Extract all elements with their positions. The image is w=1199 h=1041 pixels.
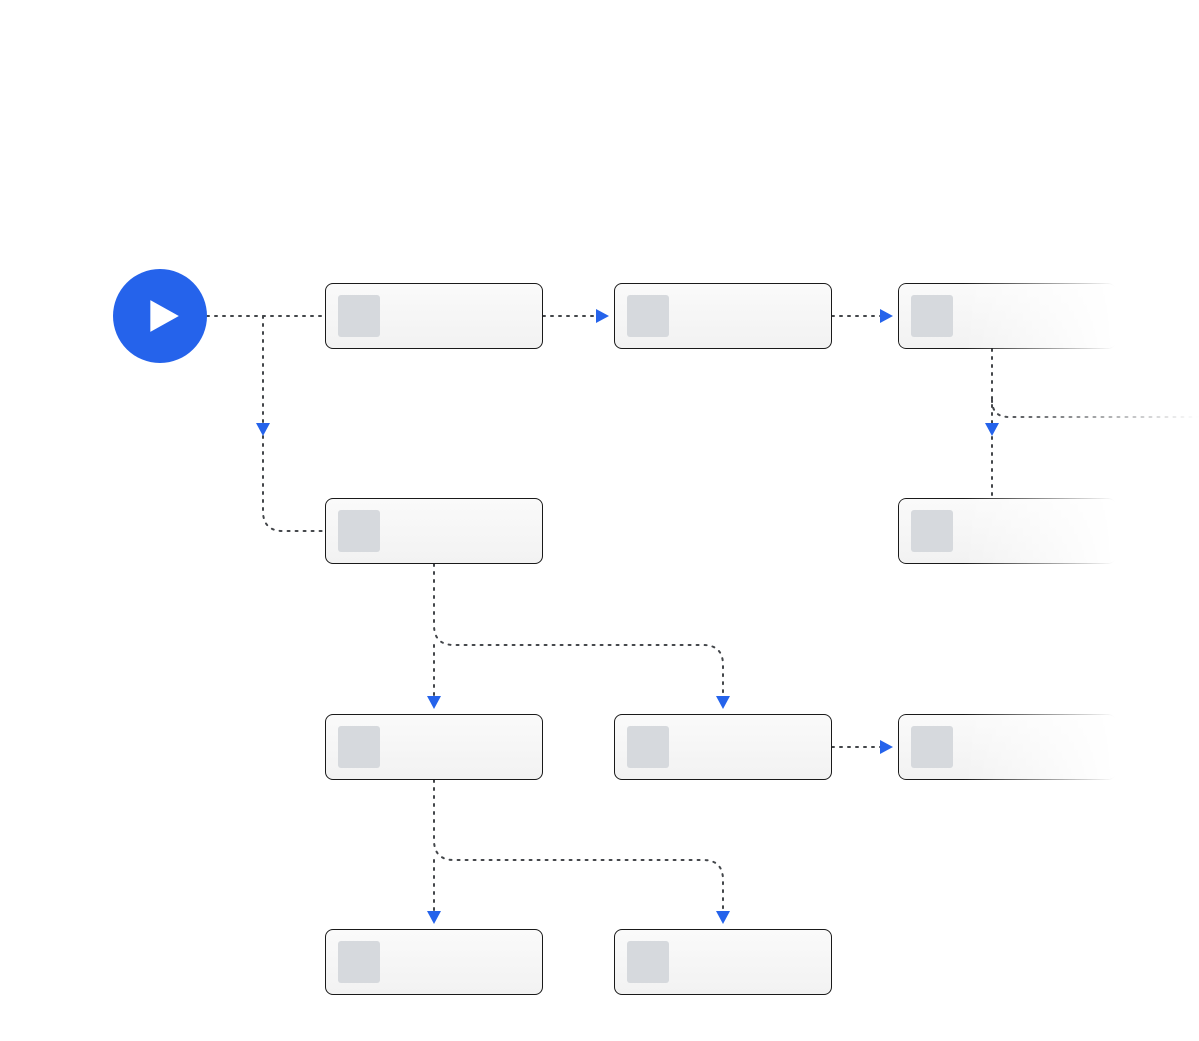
step-thumb [338, 510, 380, 552]
connector [434, 564, 723, 698]
connector [992, 400, 1199, 417]
arrow-icon [427, 696, 441, 709]
arrow-icon [256, 423, 270, 436]
connector [263, 316, 325, 531]
start-node[interactable] [113, 269, 207, 363]
step-node-n6[interactable] [325, 714, 543, 780]
step-node-n10[interactable] [614, 929, 832, 995]
step-thumb [338, 295, 380, 337]
step-thumb [627, 295, 669, 337]
arrow-icon [985, 423, 999, 436]
arrow-icon [716, 911, 730, 924]
step-thumb [338, 941, 380, 983]
step-thumb [627, 941, 669, 983]
connector [434, 780, 723, 913]
play-icon [144, 297, 182, 335]
arrow-icon [880, 309, 893, 323]
step-node-n9[interactable] [325, 929, 543, 995]
step-thumb [911, 726, 953, 768]
arrow-icon [716, 696, 730, 709]
arrow-icon [880, 740, 893, 754]
step-node-n8[interactable] [898, 714, 1116, 780]
step-node-n2[interactable] [614, 283, 832, 349]
arrow-icon [596, 309, 609, 323]
step-thumb [911, 510, 953, 552]
step-thumb [338, 726, 380, 768]
step-node-n5[interactable] [898, 498, 1116, 564]
step-thumb [627, 726, 669, 768]
step-node-n3[interactable] [898, 283, 1116, 349]
arrow-icon [427, 911, 441, 924]
step-node-n7[interactable] [614, 714, 832, 780]
step-thumb [911, 295, 953, 337]
workflow-canvas [0, 0, 1199, 1041]
step-node-n1[interactable] [325, 283, 543, 349]
step-node-n4[interactable] [325, 498, 543, 564]
